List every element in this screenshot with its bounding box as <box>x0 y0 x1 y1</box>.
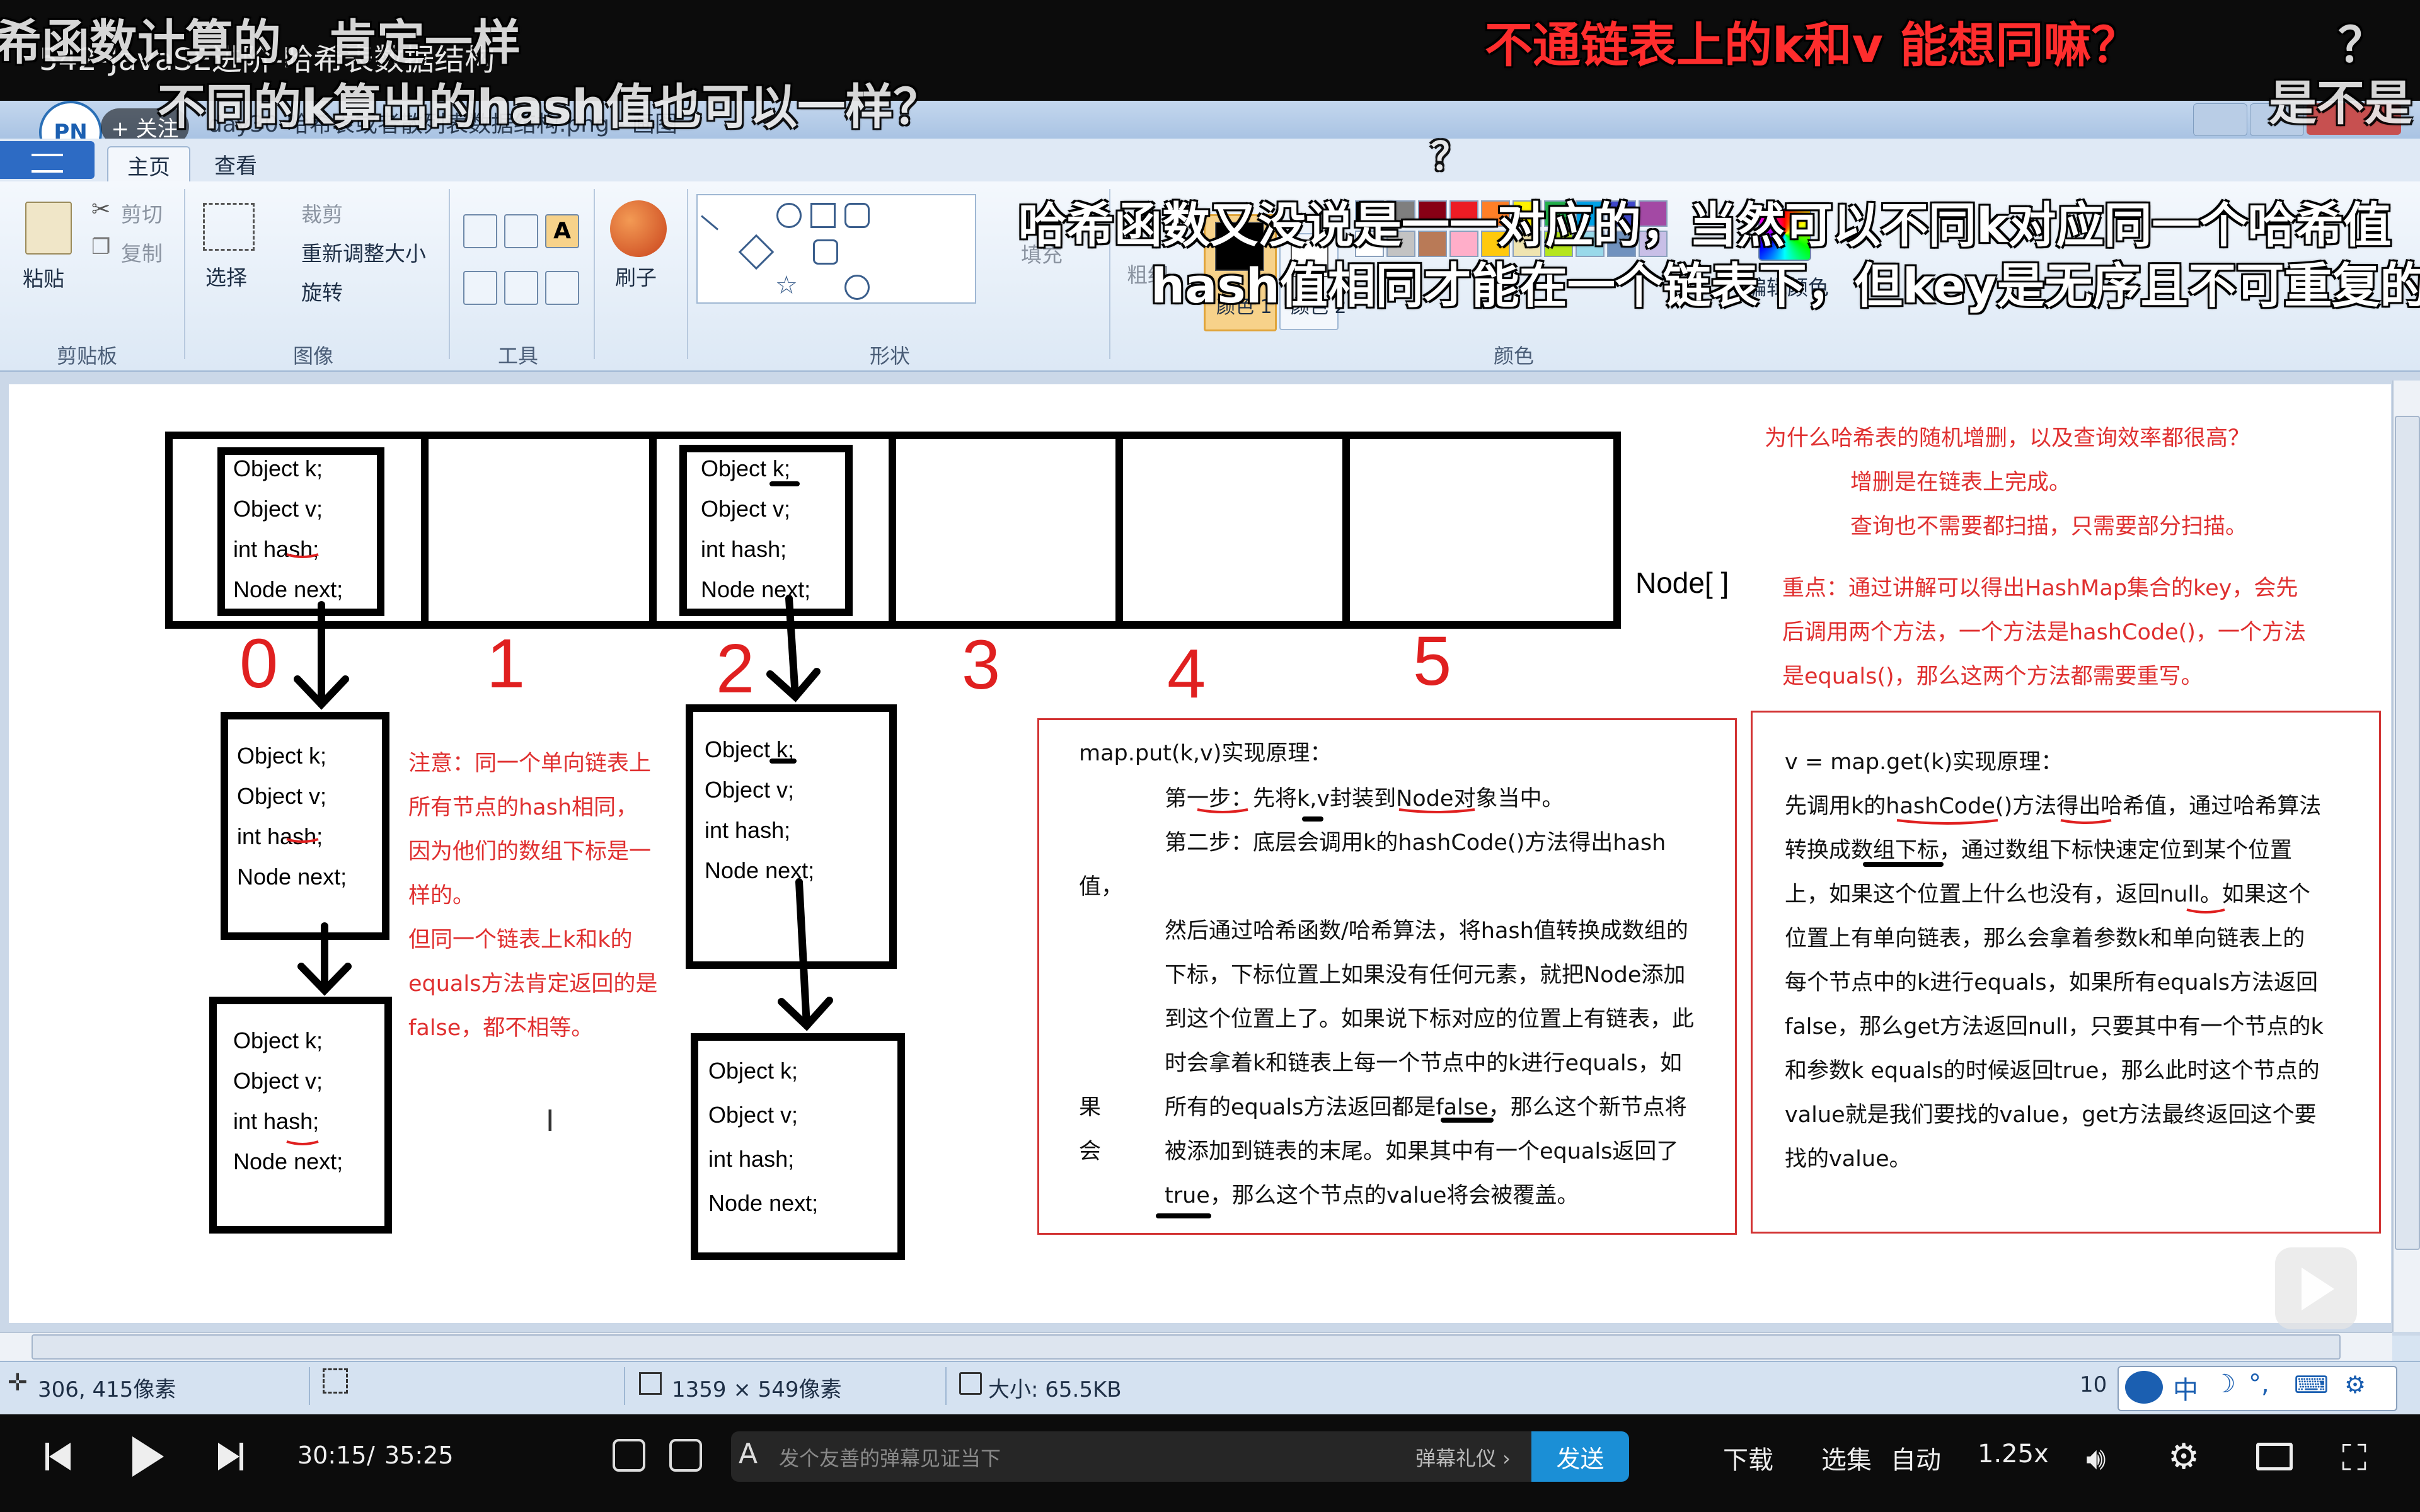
left-note-line: 样的。 <box>408 883 475 908</box>
put-line: 值， <box>1079 874 1124 900</box>
cursor-position: 306, 415像素 <box>38 1377 176 1402</box>
left-note-line: 因为他们的数组下标是一 <box>408 839 652 864</box>
text-cursor-icon: I <box>546 1104 555 1138</box>
volume-icon[interactable]: 🔊︎ <box>2086 1440 2106 1477</box>
ime-keyboard-icon[interactable]: ⌨ <box>2294 1371 2329 1399</box>
ime-chinese-icon[interactable]: 中 <box>2173 1370 2198 1406</box>
left-note-line: false，都不相等。 <box>408 1016 594 1041</box>
key-point-line: 重点：通过讲解可以得出HashMap集合的key，会先 <box>1782 576 2298 601</box>
get-line: false，那么get方法返回null，只要其中有一个节点的k <box>1785 1014 2324 1040</box>
cursor-position-icon: ✛ <box>8 1368 28 1396</box>
key-point-line: 后调用两个方法，一个方法是hashCode()，一个方法 <box>1782 620 2306 645</box>
get-line: 上，如果这个位置上什么也没有，返回null。如果这个 <box>1785 882 2310 907</box>
danmaku-comment: 是不是 <box>2269 75 2412 131</box>
put-line: 所有的equals方法返回都是false，那么这个新节点将 <box>1165 1095 1687 1120</box>
picture-in-picture-icon[interactable] <box>2256 1443 2293 1470</box>
put-line: true，那么这个节点的value将会被覆盖。 <box>1165 1183 1579 1208</box>
current-time: 30:15 <box>297 1441 367 1469</box>
previous-icon[interactable] <box>49 1443 71 1470</box>
get-line: 位置上有单向链表，那么会拿着参数k和单向链表上的 <box>1785 926 2305 951</box>
get-line: 找的value。 <box>1785 1147 1911 1172</box>
danmaku-comment: hash值相同才能在一个链表下，但key是无序且不可重复的 <box>1151 258 2420 314</box>
episodes-button[interactable]: 选集 <box>1821 1440 1872 1476</box>
danmaku-comment: ？ <box>1431 135 1468 179</box>
danmaku-toggle-icon[interactable] <box>613 1439 645 1472</box>
left-note-line: equals方法肯定返回的是 <box>408 971 658 997</box>
settings-icon[interactable]: ⚙ <box>2168 1436 2199 1477</box>
zoom-level: 10 <box>2080 1372 2107 1397</box>
put-line: 到这个位置上了。如果说下标对应的位置上有链表，此 <box>1165 1007 1695 1032</box>
get-title: v = map.get(k)实现原理： <box>1785 750 2063 775</box>
selection-size-icon <box>323 1368 348 1394</box>
danmaku-comment: 不通链表上的k和v 能想同嘛？ <box>1485 17 2140 73</box>
danmaku-settings-icon[interactable] <box>669 1439 702 1472</box>
link-arrow <box>795 878 810 1029</box>
file-size-icon <box>959 1372 982 1395</box>
underline-mark <box>286 1140 319 1145</box>
put-side-char: 会 <box>1079 1139 1102 1164</box>
left-note-line: 注意：同一个单向链表上 <box>408 751 652 776</box>
fullscreen-icon[interactable]: ⛶ <box>2342 1438 2366 1479</box>
get-line: 每个节点中的k进行equals，如果所有equals方法返回 <box>1785 970 2318 995</box>
quality-button[interactable]: 自动 <box>1891 1440 1941 1476</box>
send-button[interactable]: 发送 <box>1531 1431 1629 1482</box>
left-note-line: 所有节点的hash相同， <box>408 795 638 820</box>
get-line: 转换成数组下标，通过数组下标快速定位到某个位置 <box>1785 838 2293 863</box>
danmaku-placeholder: 发个友善的弹幕见证当下 <box>779 1446 1001 1470</box>
total-time: 35:25 <box>384 1441 454 1469</box>
ime-punct-icon[interactable]: °, <box>2249 1370 2269 1399</box>
note-title: 为什么哈希表的随机增删，以及查询效率都很高？ <box>1765 426 2250 451</box>
danmaku-comment: 哈希函数又没说是一一对应的，当然可以不同k对应同一个哈希值 <box>1018 197 2392 253</box>
link-arrow <box>785 595 799 701</box>
status-divider <box>945 1367 947 1405</box>
danmaku-comment: 不同的k算出的hash值也可以一样？ <box>158 79 942 135</box>
put-line: 下标，下标位置上如果没有任何元素，就把Node添加 <box>1165 963 1686 988</box>
get-line: value就是我们要找的value，get方法最终返回这个要 <box>1785 1102 2317 1128</box>
play-button-icon[interactable] <box>132 1436 164 1477</box>
next-icon[interactable] <box>218 1443 239 1470</box>
image-size-icon <box>639 1372 662 1395</box>
danmaku-style-icon[interactable]: A <box>739 1438 758 1470</box>
underline-mark <box>286 553 319 558</box>
put-title: map.put(k,v)实现原理： <box>1079 741 1332 766</box>
previous-bar <box>45 1443 49 1470</box>
get-line: 先调用k的hashCode()方法得出哈希值，通过哈希算法 <box>1785 794 2322 819</box>
note-line: 增删是在链表上完成。 <box>1850 470 2071 495</box>
danmaku-comment: 希函数计算的，肯定一样 <box>0 14 521 71</box>
ime-settings-icon[interactable]: ⚙ <box>2344 1371 2366 1399</box>
status-divider <box>624 1367 625 1405</box>
get-line: 和参数k equals的时候返回true，那么此时这个节点的 <box>1785 1058 2320 1084</box>
key-point-line: 是equals()，那么这两个方法都需要重写。 <box>1782 664 2203 689</box>
status-bar <box>0 1361 2420 1416</box>
status-divider <box>309 1367 310 1405</box>
ime-moon-icon[interactable]: ☽ <box>2213 1370 2236 1399</box>
put-line: 被添加到链表的末尾。如果其中有一个equals返回了 <box>1165 1139 1679 1164</box>
image-size: 1359 × 549像素 <box>672 1377 842 1402</box>
danmaku-etiquette-link[interactable]: 弹幕礼仪 › <box>1415 1443 1511 1472</box>
put-line: 第二步：底层会调用k的hashCode()方法得出hash <box>1165 830 1666 856</box>
time-separator: / <box>367 1441 375 1469</box>
left-note-line: 但同一个链表上k和k的 <box>408 927 633 953</box>
download-button[interactable]: 下载 <box>1723 1440 1773 1476</box>
put-line: 时会拿着k和链表上每一个节点中的k进行equals，如 <box>1165 1051 1682 1076</box>
put-line: 然后通过哈希函数/哈希算法，将hash值转换成数组的 <box>1165 919 1688 944</box>
play-icon <box>2302 1268 2334 1310</box>
put-side-char: 果 <box>1079 1095 1102 1120</box>
speed-button[interactable]: 1.25x <box>1978 1440 2049 1469</box>
file-size: 大小: 65.5KB <box>988 1377 1122 1402</box>
next-bar <box>239 1443 243 1470</box>
put-line: 第一步：先将k,v封装到Node对象当中。 <box>1165 786 1564 811</box>
underline-mark <box>286 838 319 843</box>
note-line: 查询也不需要都扫描，只需要部分扫描。 <box>1850 514 2248 539</box>
ime-logo-icon <box>2125 1371 2163 1404</box>
